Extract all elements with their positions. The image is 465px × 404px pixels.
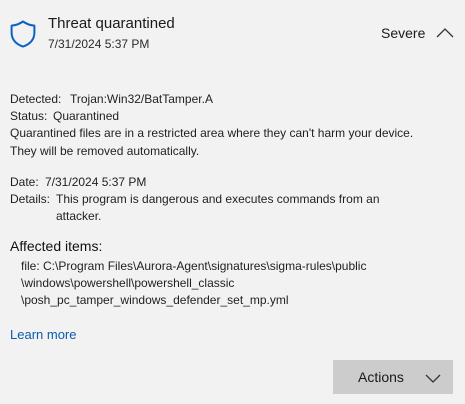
affected-file-line1: file: C:\Program Files\Aurora-Agent\sign…: [21, 259, 367, 273]
chevron-down-icon: [425, 374, 441, 383]
details-line2: attacker.: [56, 209, 102, 223]
affected-items-title: Affected items:: [10, 238, 103, 254]
learn-more-link[interactable]: Learn more: [10, 327, 76, 343]
detected-label: Detected:: [10, 92, 62, 106]
detected-value: Trojan:Win32/BatTamper.A: [70, 92, 213, 106]
quarantine-message-line2: They will be removed automatically.: [10, 144, 200, 158]
details-label: Details:: [10, 192, 51, 206]
status-value: Quarantined: [53, 109, 120, 123]
affected-file-line2: \windows\powershell\powershell_classic: [21, 276, 235, 290]
actions-button-label: Actions: [358, 369, 404, 385]
threat-title: Threat quarantined: [48, 15, 175, 32]
threat-header: Threat quarantined 7/31/2024 5:37 PM Sev…: [0, 0, 465, 62]
details-line1: This program is dangerous and executes c…: [56, 192, 380, 206]
threat-timestamp: 7/31/2024 5:37 PM: [48, 37, 150, 51]
date-value: 7/31/2024 5:37 PM: [45, 175, 147, 189]
shield-icon: [10, 20, 36, 48]
status-label: Status:: [10, 109, 48, 123]
chevron-up-icon[interactable]: [434, 26, 456, 40]
affected-file-line3: \posh_pc_tamper_windows_defender_set_mp.…: [21, 293, 289, 307]
quarantine-message-line1: Quarantined files are in a restricted ar…: [10, 126, 414, 140]
date-label: Date:: [10, 175, 39, 189]
actions-button[interactable]: Actions: [333, 360, 453, 394]
severity-label: Severe: [381, 25, 426, 41]
